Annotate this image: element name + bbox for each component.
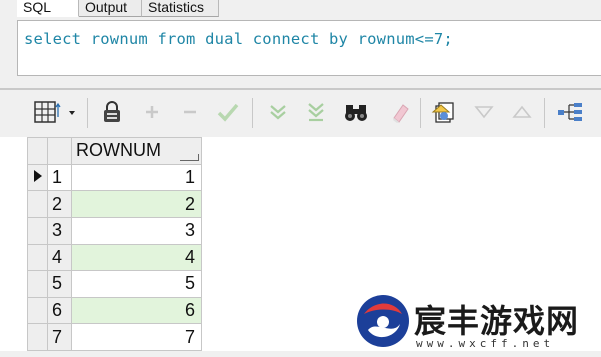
- row-number[interactable]: 5: [47, 270, 72, 298]
- table-row[interactable]: 4 4: [27, 243, 202, 272]
- table-row[interactable]: 1 1: [27, 163, 202, 192]
- watermark-url: www.wxcff.net: [416, 337, 555, 350]
- row-indicator: [27, 216, 48, 245]
- row-number[interactable]: 3: [47, 216, 72, 245]
- triangle-down-icon[interactable]: [470, 98, 498, 126]
- row-number[interactable]: 4: [47, 243, 72, 272]
- rownum-cell[interactable]: 3: [71, 216, 202, 245]
- rownum-cell[interactable]: 6: [71, 296, 202, 325]
- tab-sql[interactable]: SQL: [17, 0, 79, 17]
- row-indicator: [27, 243, 48, 272]
- row-number[interactable]: 7: [47, 323, 72, 351]
- table-row[interactable]: 5 5: [27, 270, 202, 298]
- triangle-up-icon[interactable]: [508, 98, 536, 126]
- watermark-title: 宸丰游戏网: [414, 302, 580, 340]
- rownum-cell[interactable]: 7: [71, 323, 202, 351]
- table-row[interactable]: 7 7: [27, 323, 202, 351]
- export-icon[interactable]: [430, 98, 458, 126]
- rownum-cell[interactable]: 5: [71, 270, 202, 298]
- grid-toolbar: [0, 92, 601, 136]
- column-header-rownum[interactable]: ROWNUM: [71, 137, 202, 165]
- result-grid: ROWNUM 1 1 2 2 3 3 4 4 5 5 6 6 7 7: [27, 137, 202, 351]
- grid-left-margin: [0, 137, 27, 351]
- column-header-label: ROWNUM: [76, 140, 161, 161]
- last-page-icon[interactable]: [302, 98, 330, 126]
- column-resize-icon[interactable]: [180, 153, 199, 161]
- row-indicator: [27, 270, 48, 298]
- minus-icon[interactable]: [176, 98, 204, 126]
- rownum-cell[interactable]: 2: [71, 190, 202, 218]
- row-number[interactable]: 6: [47, 296, 72, 325]
- lock-icon[interactable]: [98, 98, 126, 126]
- eraser-icon[interactable]: [386, 98, 414, 126]
- next-page-icon[interactable]: [264, 98, 292, 126]
- splitter[interactable]: [0, 88, 601, 90]
- tab-output[interactable]: Output: [79, 0, 142, 17]
- row-indicator: [27, 163, 48, 192]
- row-number[interactable]: 2: [47, 190, 72, 218]
- row-indicator: [27, 323, 48, 351]
- check-icon[interactable]: [214, 98, 242, 126]
- row-number[interactable]: 1: [47, 163, 72, 192]
- grid-header-row: ROWNUM: [27, 137, 202, 165]
- binoculars-icon[interactable]: [342, 98, 370, 126]
- corner-cell: [27, 137, 48, 165]
- rownum-cell[interactable]: 4: [71, 243, 202, 272]
- grid-layout-icon[interactable]: [30, 98, 80, 126]
- watermark: 宸丰游戏网 www.wxcff.net: [354, 292, 599, 352]
- watermark-logo-icon: [357, 295, 409, 347]
- table-row[interactable]: 3 3: [27, 216, 202, 245]
- rownum-cell[interactable]: 1: [71, 163, 202, 192]
- tab-bar: SQL Output Statistics: [0, 0, 601, 18]
- sql-editor[interactable]: select rownum from dual connect by rownu…: [17, 20, 601, 76]
- row-indicator: [27, 190, 48, 218]
- sql-text[interactable]: select rownum from dual connect by rownu…: [24, 30, 453, 48]
- plus-icon[interactable]: [138, 98, 166, 126]
- tab-statistics[interactable]: Statistics: [142, 0, 219, 17]
- table-row[interactable]: 6 6: [27, 296, 202, 325]
- corner-cell-num: [47, 137, 72, 165]
- current-row-arrow-icon: [33, 169, 42, 182]
- table-row[interactable]: 2 2: [27, 190, 202, 218]
- query-plan-icon[interactable]: [556, 98, 584, 126]
- row-indicator: [27, 296, 48, 325]
